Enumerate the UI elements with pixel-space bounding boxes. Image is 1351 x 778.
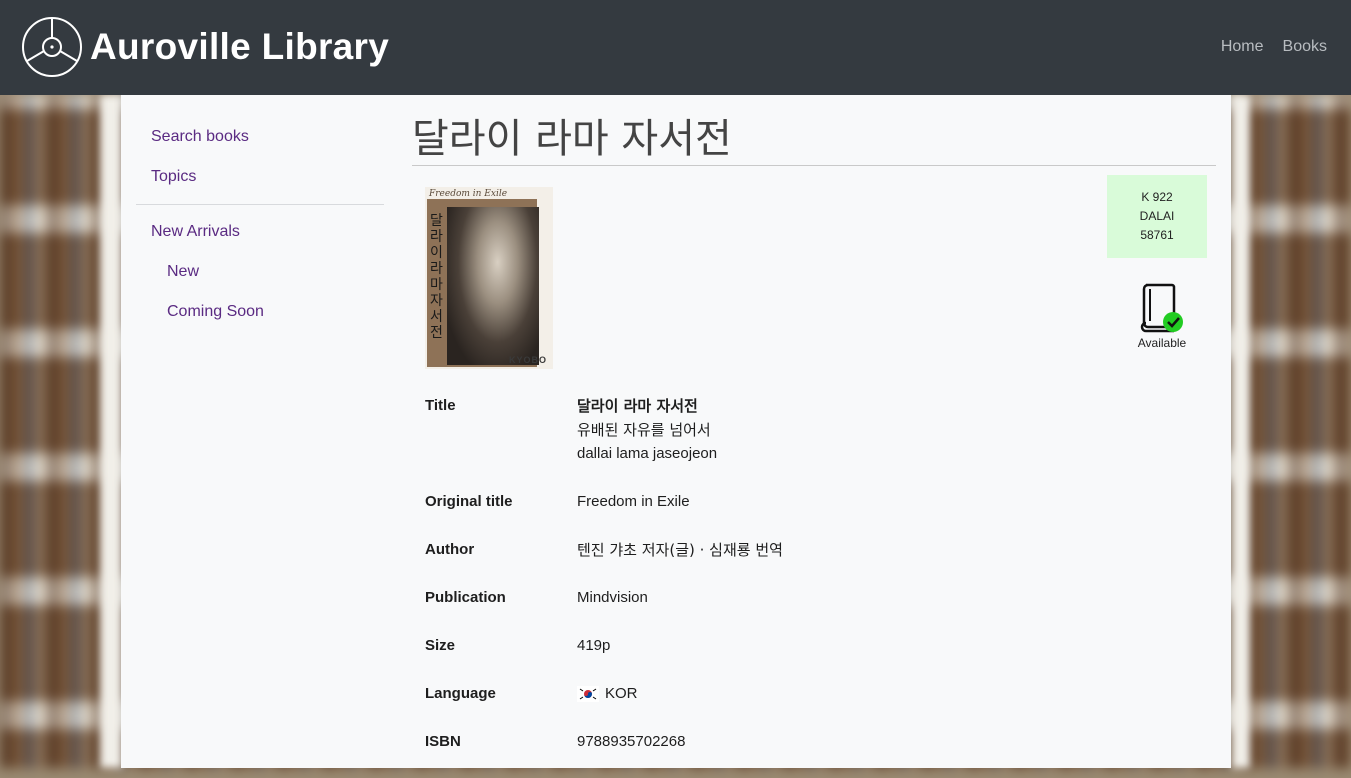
top-navbar: Auroville Library Home Books xyxy=(0,0,1351,95)
book-details-list: Title 달라이 라마 자서전 유배된 자유를 넘어서 dallai lama… xyxy=(425,394,783,778)
detail-row-publication: Publication Mindvision xyxy=(425,586,783,634)
detail-label: Original title xyxy=(425,493,513,510)
book-detail: 달라이 라마 자서전 Freedom in Exile 달라이라마자서전 KYO… xyxy=(412,95,1216,750)
detail-label: Size xyxy=(425,637,456,654)
detail-value: KOR xyxy=(577,682,638,730)
cover-top-text: Freedom in Exile xyxy=(429,189,508,199)
nav-home-link[interactable]: Home xyxy=(1221,38,1264,56)
brand-link[interactable]: Auroville Library xyxy=(21,16,389,78)
call-number-line: DALAI xyxy=(1139,209,1175,223)
detail-value: 달라이 라마 자서전 유배된 자유를 넘어서 dallai lama jaseo… xyxy=(577,394,717,490)
call-number-badge: K 922 DALAI 58761 xyxy=(1107,175,1207,258)
call-number-line: 58761 xyxy=(1140,228,1174,242)
cover-vertical-title: 달라이라마자서전 xyxy=(430,213,443,341)
sidebar-item-coming-soon[interactable]: Coming Soon xyxy=(136,292,384,332)
sidebar-item-topics[interactable]: Topics xyxy=(136,157,384,197)
content-panel: Search books Topics New Arrivals New Com… xyxy=(121,95,1231,768)
detail-label: ISBN xyxy=(425,733,461,750)
detail-value: Mindvision xyxy=(577,589,648,606)
detail-row-isbn: ISBN 9788935702268 xyxy=(425,730,783,778)
shelf-post xyxy=(100,95,122,768)
cover-publisher-mark: KYOBO xyxy=(509,355,548,365)
detail-value: 419p xyxy=(577,637,611,654)
detail-value: Freedom in Exile xyxy=(577,493,690,510)
call-number-line: K 922 xyxy=(1141,190,1173,204)
page-title: 달라이 라마 자서전 xyxy=(412,95,1216,166)
detail-label: Language xyxy=(425,685,496,702)
detail-row-title: Title 달라이 라마 자서전 유배된 자유를 넘어서 dallai lama… xyxy=(425,394,783,490)
detail-row-original-title: Original title Freedom in Exile xyxy=(425,490,783,538)
language-code: KOR xyxy=(605,685,638,702)
detail-label: Author xyxy=(425,541,475,558)
availability-label: Available xyxy=(1137,336,1187,350)
auroville-logo-icon xyxy=(22,17,82,77)
book-available-icon xyxy=(1140,283,1183,333)
book-cover-image[interactable]: Freedom in Exile 달라이라마자서전 KYOBO xyxy=(425,187,553,369)
detail-label: Title xyxy=(425,397,456,414)
detail-value: 텐진 갸초 저자(글) · 심재룡 번역 xyxy=(577,541,783,559)
availability-status: Available xyxy=(1132,281,1192,350)
detail-value: 9788935702268 xyxy=(577,733,686,750)
top-nav: Home Books xyxy=(1221,38,1327,56)
sidebar-divider xyxy=(136,204,384,205)
title-subtitle: 유배된 자유를 넘어서 xyxy=(577,421,711,439)
sidebar-item-search-books[interactable]: Search books xyxy=(136,117,384,157)
detail-label: Publication xyxy=(425,589,506,606)
shelf-post xyxy=(1232,95,1250,768)
cover-photo xyxy=(447,207,539,365)
detail-row-language: Language KOR xyxy=(425,682,783,730)
title-romanization: dallai lama jaseojeon xyxy=(577,445,718,462)
title-main: 달라이 라마 자서전 xyxy=(577,397,698,415)
sidebar: Search books Topics New Arrivals New Com… xyxy=(136,117,384,332)
detail-row-size: Size 419p xyxy=(425,634,783,682)
sidebar-item-new-arrivals[interactable]: New Arrivals xyxy=(136,212,384,252)
korea-flag-icon xyxy=(577,686,599,703)
nav-books-link[interactable]: Books xyxy=(1283,38,1327,56)
sidebar-item-new[interactable]: New xyxy=(136,252,384,292)
brand-name: Auroville Library xyxy=(90,26,390,67)
detail-row-author: Author 텐진 갸초 저자(글) · 심재룡 번역 xyxy=(425,538,783,586)
